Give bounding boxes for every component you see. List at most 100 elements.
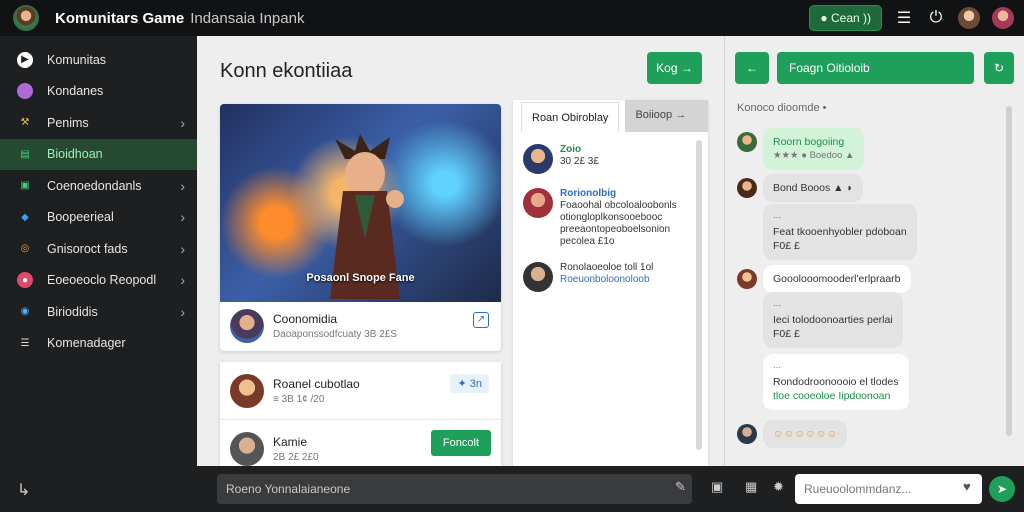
message-bubble: ∙∙∙ Ieci tolodoonoarties perlai F0£ £ [763,292,903,348]
share-icon[interactable]: ↗ [473,312,489,328]
list-item-text: pecolea £1o [560,236,615,247]
featured-card[interactable]: Posaonl Snope Fane Coonomidia Daoaponsso… [220,104,501,351]
message-text: Feat tkooenhyobler pdoboan [773,226,907,238]
list-item-text: Roeuonboloonoloob [560,274,650,285]
camera-icon[interactable]: ▦ [745,479,757,495]
activity-tabs: Roan Obiroblay Boiioop → [513,100,708,132]
sidebar-item[interactable]: ◆ Boopeerieal › [0,202,197,234]
send-button[interactable]: ➤ [989,476,1015,502]
exit-icon[interactable]: ↳ [17,480,30,500]
chat-panel: ← Foagn Oitioloib ↻ Konoco dioomde • Roo… [724,36,1024,466]
post-row[interactable]: Roanel cubotlao ≡ 3B 1¢ /20 ✦ 3n [220,362,501,420]
sidebar-item-label: Bioidhoan [47,147,103,162]
sidebar-item[interactable]: ⚒ Penims › [0,107,197,139]
sidebar-item[interactable]: ☰ Komenadager [0,328,197,360]
sidebar-item[interactable]: ▤ Bioidhoan [0,138,197,170]
login-button[interactable]: Kog → [647,52,702,84]
chevron-right-icon: › [180,272,185,289]
post-card[interactable]: Kamie 2B 2£ 2£0 Foncolt [220,420,501,466]
list-item[interactable]: Ronolaoeoloe toll 1ol Roeuonboloonoloob [513,254,708,298]
image-icon[interactable]: ▣ [711,479,723,495]
post-meta: ≡ 3B 1¢ /20 [273,393,325,405]
list-item-text: Ronolaoeoloe toll 1ol [560,262,654,273]
sidebar-item-label: Gnisoroct fads [47,241,128,256]
menu-icon[interactable]: ☰ [894,8,914,28]
sidebar-item[interactable]: ◎ Gnisoroct fads › [0,233,197,265]
chat-message: ∙∙∙ Feat tkooenhyobler pdoboan F0£ £ [763,204,917,260]
tab-other[interactable]: Boiioop → [625,100,708,132]
chat-message: Gooolooomooderl'erlpraarb [737,265,911,293]
sidebar-item[interactable]: ● Eoeoeoclo Reopodl › [0,265,197,297]
post-card[interactable]: Roanel cubotlao ≡ 3B 1¢ /20 ✦ 3n [220,362,501,420]
pen-icon[interactable]: ✎ [675,479,686,495]
message-sub: tloe cooeoloe Iipdoonoan [773,390,891,402]
message-text: Rondodroonoooio el tlodes [773,376,899,388]
list-item-name: Zoio [560,144,582,155]
page-title: Konn ekontiiaa [220,60,353,82]
puzzle-icon: ◆ [21,211,29,223]
sidebar-item[interactable]: ◉ Biriodidis › [0,296,197,328]
coin-icon: ◎ [20,243,30,255]
follow-button[interactable]: Foncolt [430,430,491,456]
featured-image: Posaonl Snope Fane [220,104,501,302]
message-sub: F0£ £ [773,240,800,252]
message-bubble: ☺☺☺☺☺☺ [763,420,848,448]
chevron-right-icon: › [180,303,185,320]
post-row[interactable]: Kamie 2B 2£ 2£0 Foncolt [220,420,501,466]
list-item-text: preeaontopeoboelsonion [560,224,671,235]
sidebar-item[interactable]: ▣ Coenoedondanls › [0,170,197,202]
sidebar-item[interactable]: ▶ Komunitas [0,44,197,76]
main-content: Konn ekontiiaa Kog → Posaonl Snope Fane … [197,36,724,466]
featured-meta: Coonomidia Daoaponssodfcuaty 3B 2£S [230,309,397,343]
post-title: Roanel cubotlao [273,376,360,391]
back-icon[interactable]: ← [735,52,769,84]
sidebar: ▶ Komunitas Kondanes ⚒ Penims › ▤ Bioidhoan ▣ Coe… [0,36,197,512]
chat-message: ∙∙∙ Rondodroonoooio el tlodes tloe cooeo… [763,354,909,410]
message-text: ☺☺☺☺☺☺ [773,428,838,440]
tab-activity[interactable]: Roan Obiroblay [521,102,620,132]
post-meta: 2B 2£ 2£0 [273,451,319,463]
chat-input[interactable]: Rueuoolommdanz... [795,474,982,504]
globe-icon: ◉ [20,306,30,318]
message-sub: F0£ £ [773,328,800,340]
profile-avatar[interactable] [992,7,1014,29]
sidebar-item[interactable]: Kondanes [0,76,197,108]
heart-icon[interactable]: ♥ [963,479,971,494]
activity-panel: Roan Obiroblay Boiioop → Zoio 30 2£ 3£ R… [513,100,708,466]
refresh-icon[interactable]: ↻ [984,52,1014,84]
sidebar-item-label: Coenoedondanls [47,178,142,193]
online-status-button[interactable]: ● Cean )) [809,5,882,31]
user-avatar[interactable] [958,7,980,29]
list-avatar [523,262,553,292]
group-icon: ▣ [20,180,30,192]
list-item-name: Rorionolbig [560,188,617,199]
chat-subtitle: Konoco dioomde • [737,102,827,114]
chevron-right-icon: › [180,177,185,194]
post-title: Kamie [273,434,308,449]
chat-scrollbar[interactable] [1006,106,1012,436]
sidebar-item-label: Eoeoeoclo Reopodl [47,273,157,288]
post-avatar [230,373,264,408]
emoji-icon[interactable]: ✹ [773,479,784,495]
featured-caption: Posaonl Snope Fane [306,272,415,284]
message-text: Gooolooomooderl'erlpraarb [773,273,901,285]
list-item[interactable]: Rorionolbig Foaoohal obcoloaloobonls oti… [513,180,708,254]
post-badge[interactable]: ✦ 3n [450,374,489,393]
chevron-right-icon: › [180,114,185,131]
author-name: Coonomidia [273,312,338,326]
compose-input[interactable]: Roeno Yonnalaianeone [217,474,692,504]
message-avatar [737,132,757,152]
top-bar: Komunitars Game Indansaia Inpank ● Cean … [0,0,1024,36]
message-text: Bond Booos ▲ ◗ [773,182,853,194]
trophy-icon: ⚒ [20,117,30,129]
power-icon[interactable]: ⏻ [926,9,946,27]
list-scrollbar[interactable] [696,140,702,450]
message-avatar [737,424,757,444]
message-bubble: Roorn bogoiing ★★★ ● Boedoo ▲ [763,128,865,170]
list-item[interactable]: Zoio 30 2£ 3£ [513,136,708,180]
message-sub: ★★★ ● Boedoo ▲ [773,150,855,161]
chat-room-button[interactable]: Foagn Oitioloib [777,52,974,84]
sidebar-item-label: Boopeerieal [47,210,114,225]
bottom-bar: Roeno Yonnalaianeone ✎ ▣ ▦ ✹ Rueuoolommd… [197,466,1024,512]
message-avatar [737,178,757,198]
